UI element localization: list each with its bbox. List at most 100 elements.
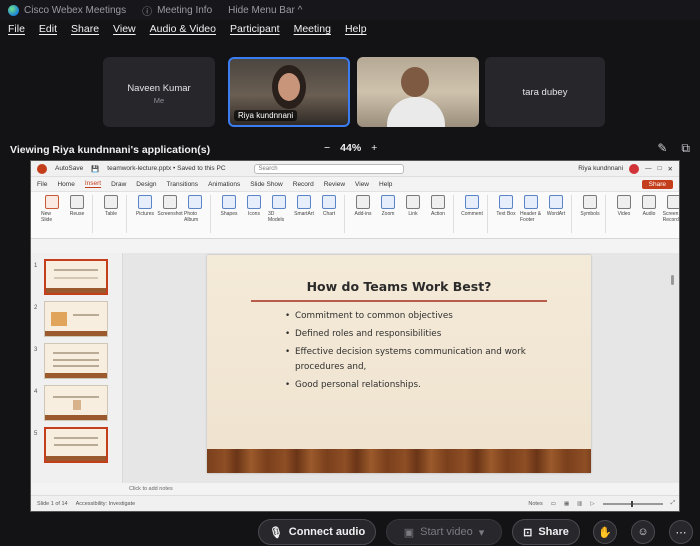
maximize-icon[interactable]: □ (658, 165, 662, 172)
menu-share[interactable]: Share (71, 23, 99, 35)
search-box[interactable]: Search (253, 163, 404, 174)
add-ins-button[interactable]: Add-ins (352, 195, 374, 217)
menu-file[interactable]: File (8, 23, 25, 35)
tab-help[interactable]: Help (379, 181, 392, 188)
menu-view[interactable]: View (113, 23, 136, 35)
minimize-icon[interactable]: — (645, 165, 652, 172)
link-icon (406, 195, 420, 209)
more-options-button[interactable]: ⋯ (669, 520, 693, 544)
slide-bullets[interactable]: Commitment to common objectives Defined … (285, 309, 565, 396)
current-slide[interactable]: How do Teams Work Best? Commitment to co… (207, 255, 591, 473)
slide-thumbnail[interactable] (44, 343, 108, 379)
ribbon: New Slide Reuse Table Pictures Screensho… (31, 191, 679, 239)
zoom-slider[interactable] (602, 500, 663, 507)
ppt-share-button[interactable]: Share (641, 179, 673, 189)
tab-transitions[interactable]: Transitions (167, 181, 199, 188)
vertical-scrollbar[interactable] (671, 257, 675, 477)
slide-thumbnail[interactable] (44, 427, 108, 463)
menu-participant[interactable]: Participant (230, 23, 280, 35)
zoom-button[interactable]: Zoom (377, 195, 399, 217)
save-icon[interactable]: 💾 (91, 165, 99, 173)
menu-edit[interactable]: Edit (39, 23, 57, 35)
raise-hand-button[interactable]: ✋ (593, 520, 617, 544)
pictures-button[interactable]: Pictures (134, 195, 156, 217)
tab-record[interactable]: Record (293, 181, 314, 188)
reading-view-icon[interactable]: ▥ (577, 501, 582, 507)
notes-toggle[interactable]: Notes (528, 501, 542, 507)
symbols-button[interactable]: Symbols (579, 195, 601, 217)
autosave-toggle[interactable]: AutoSave (55, 165, 83, 172)
chart-button[interactable]: Chart (318, 195, 340, 217)
fit-to-window-icon[interactable]: ⤢ (671, 500, 675, 507)
slide-title[interactable]: How do Teams Work Best? (207, 279, 591, 294)
participant-tile-video-2[interactable] (357, 57, 479, 127)
reuse-slides-button[interactable]: Reuse (66, 195, 88, 217)
slide-canvas[interactable]: How do Teams Work Best? Commitment to co… (123, 253, 679, 483)
share-button[interactable]: ⊡ Share (512, 519, 580, 545)
avatar[interactable] (629, 163, 640, 174)
tab-slide-show[interactable]: Slide Show (250, 181, 283, 188)
notes-pane[interactable]: Click to add notes (123, 483, 679, 495)
menu-meeting[interactable]: Meeting (294, 23, 331, 35)
chevron-down-icon: ▾ (478, 526, 485, 539)
slide-thumbnails: 1 2 3 4 5 (31, 253, 123, 483)
3d-models-button[interactable]: 3D Models (268, 195, 290, 223)
tab-file[interactable]: File (37, 181, 47, 188)
start-video-button[interactable]: ▣ Start video ▾ (386, 519, 502, 545)
slide-thumbnail[interactable] (44, 259, 108, 295)
accessibility-status[interactable]: Accessibility: Investigate (76, 501, 136, 507)
comment-button[interactable]: Comment (461, 195, 483, 217)
menu-help[interactable]: Help (345, 23, 367, 35)
slide-sorter-icon[interactable]: ▦ (564, 501, 569, 507)
zoom-out-button[interactable]: − (324, 142, 330, 154)
tab-design[interactable]: Design (136, 181, 156, 188)
annotate-icon[interactable]: ✎ (657, 141, 667, 156)
icons-button[interactable]: Icons (243, 195, 265, 217)
menu-audio-video[interactable]: Audio & Video (150, 23, 216, 35)
text-box-button[interactable]: Text Box (495, 195, 517, 217)
more-icon: ⋯ (675, 526, 687, 539)
header-footer-button[interactable]: Header & Footer (520, 195, 542, 223)
wordart-button[interactable]: WordArt (545, 195, 567, 217)
screen-recording-button[interactable]: Screen Recording (663, 195, 679, 223)
action-button[interactable]: Action (427, 195, 449, 217)
wood-floor-decoration (207, 449, 591, 473)
ribbon-group-text: Text Box Header & Footer WordArt (491, 195, 572, 233)
zoom-level: 44% (340, 142, 362, 154)
shared-powerpoint-window[interactable]: AutoSave 💾 teamwork-lecture.pptx • Saved… (30, 160, 680, 512)
hide-menu-bar-button[interactable]: Hide Menu Bar ^ (228, 5, 302, 16)
photo-album-button[interactable]: Photo Album (184, 195, 206, 223)
participant-tile-riya[interactable]: Riya kundnnani (228, 57, 350, 127)
table-button[interactable]: Table (100, 195, 122, 217)
smartart-button[interactable]: SmartArt (293, 195, 315, 217)
file-name: teamwork-lecture.pptx • Saved to this PC (107, 165, 226, 172)
video-button[interactable]: Video (613, 195, 635, 217)
new-slide-button[interactable]: New Slide (41, 195, 63, 223)
audio-icon (642, 195, 656, 209)
participant-tile-naveen[interactable]: Naveen Kumar Me (103, 57, 215, 127)
slide-thumbnail[interactable] (44, 385, 108, 421)
participant-name: Naveen Kumar (127, 83, 191, 94)
participant-tile-tara[interactable]: tara dubey (485, 57, 605, 127)
reactions-button[interactable]: ☺ (631, 520, 655, 544)
normal-view-icon[interactable]: ▭ (551, 501, 556, 507)
tab-view[interactable]: View (355, 181, 369, 188)
meeting-info-button[interactable]: ⓘ Meeting Info (142, 3, 212, 18)
close-icon[interactable]: ✕ (668, 165, 673, 173)
tab-draw[interactable]: Draw (111, 181, 126, 188)
slideshow-icon[interactable]: ▷ (590, 501, 594, 507)
link-button[interactable]: Link (402, 195, 424, 217)
shapes-button[interactable]: Shapes (218, 195, 240, 217)
audio-button[interactable]: Audio (638, 195, 660, 217)
tab-animations[interactable]: Animations (208, 181, 240, 188)
screenshot-button[interactable]: Screenshot (157, 195, 183, 217)
tab-insert[interactable]: Insert (84, 180, 102, 188)
tab-review[interactable]: Review (324, 181, 345, 188)
slide-thumbnail[interactable] (44, 301, 108, 337)
viewing-label: Viewing Riya kundnnani's application(s) (10, 144, 211, 156)
connect-audio-button[interactable]: 🎙 Connect audio (258, 519, 376, 545)
zoom-in-button[interactable]: + (371, 142, 377, 154)
screenshot-icon (163, 195, 177, 209)
layout-icon[interactable]: ⧉ (681, 141, 690, 156)
tab-home[interactable]: Home (57, 181, 74, 188)
